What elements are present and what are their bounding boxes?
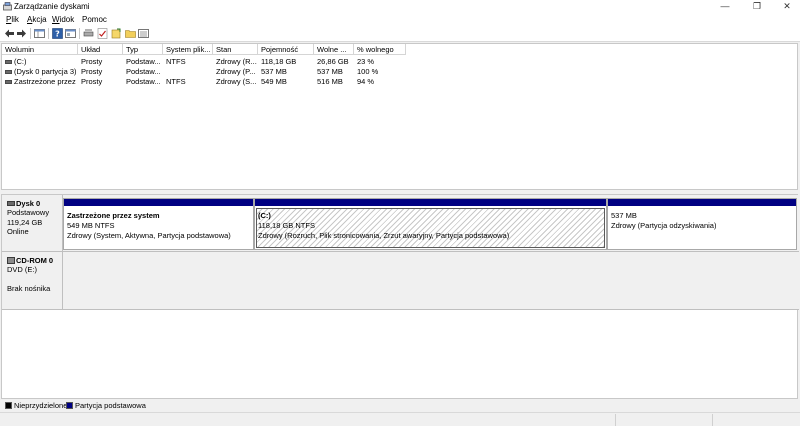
type-cell: Podstaw... bbox=[126, 67, 161, 76]
volume-name-cell: (Dysk 0 partycja 3) bbox=[2, 67, 78, 77]
menu-file[interactable]: Plik bbox=[6, 14, 19, 25]
partition-status: Zdrowy (Partycja odzyskiwania) bbox=[611, 221, 717, 230]
legend: Nieprzydzielone Partycja podstawowa bbox=[0, 399, 800, 412]
legend-primary-partition-label: Partycja podstawowa bbox=[75, 401, 146, 410]
layout-cell: Prosty bbox=[81, 67, 103, 76]
status-cell: Zdrowy (P... bbox=[216, 67, 256, 76]
primary-partition-swatch bbox=[66, 402, 73, 409]
volume-icon bbox=[5, 59, 12, 64]
partition-size: 118,18 GB NTFS bbox=[258, 221, 315, 230]
volume-name-cell: (C:) bbox=[2, 57, 78, 67]
window-title: Zarządzanie dyskami bbox=[14, 2, 90, 11]
filesystem-cell bbox=[163, 67, 213, 77]
free-space-cell: 516 MB bbox=[317, 77, 343, 86]
volume-icon bbox=[5, 69, 12, 74]
type-cell: Podstaw... bbox=[126, 57, 161, 66]
menu-bar: Plik Akcja Widok Pomoc bbox=[0, 13, 800, 26]
details-view-icon[interactable] bbox=[138, 28, 149, 39]
percent-free-cell: 23 % bbox=[357, 57, 375, 66]
layout-cell: Prosty bbox=[81, 77, 103, 86]
toolbar: ? bbox=[0, 26, 800, 42]
disk-size: 119,24 GB bbox=[7, 217, 43, 227]
partition-status: Zdrowy (Rozruch, Plik stronicowania, Zrz… bbox=[258, 231, 510, 240]
capacity-cell: 549 MB bbox=[261, 77, 287, 86]
hard-disk-icon bbox=[7, 200, 15, 206]
column-header-layout[interactable]: Układ bbox=[78, 44, 123, 55]
unallocated-swatch bbox=[5, 402, 12, 409]
cd-drive-icon bbox=[7, 256, 15, 264]
properties-icon[interactable] bbox=[65, 28, 76, 39]
volume-list: Wolumin Układ Typ System plik... Stan Po… bbox=[1, 43, 798, 190]
column-header-status[interactable]: Stan bbox=[213, 44, 258, 55]
type-cell: Podstaw... bbox=[126, 77, 161, 86]
percent-free-cell: 100 % bbox=[357, 67, 379, 76]
title-bar: Zarządzanie dyskami — ❐ ✕ bbox=[0, 0, 800, 13]
column-header-percent-free[interactable]: % wolnego bbox=[354, 44, 406, 55]
cdrom-0-label[interactable]: CD-ROM 0 DVD (E:) Brak nośnika bbox=[2, 252, 63, 310]
partition-recovery[interactable]: 537 MB Zdrowy (Partycja odzyskiwania) bbox=[607, 198, 797, 250]
disk-management-icon bbox=[3, 2, 12, 11]
volume-name-cell: Zastrzeżone przez ... bbox=[2, 77, 78, 87]
disk-name: Dysk 0 bbox=[16, 199, 41, 208]
free-space-cell: 26,86 GB bbox=[317, 57, 349, 66]
menu-help[interactable]: Pomoc bbox=[82, 14, 107, 25]
disk-graphical-view: Dysk 0 Podstawowy 119,24 GB Online Zastr… bbox=[1, 194, 799, 399]
menu-view[interactable]: Widok bbox=[52, 14, 74, 25]
capacity-cell: 537 MB bbox=[261, 67, 287, 76]
back-arrow-icon[interactable] bbox=[4, 28, 15, 39]
minimize-button[interactable]: — bbox=[710, 0, 740, 13]
close-button[interactable]: ✕ bbox=[772, 0, 800, 13]
capacity-cell: 118,18 GB bbox=[261, 57, 297, 66]
partition-header-bar bbox=[64, 199, 253, 206]
forward-arrow-icon[interactable] bbox=[16, 28, 27, 39]
maximize-button[interactable]: ❐ bbox=[742, 0, 772, 13]
partition-name: Zastrzeżone przez system bbox=[67, 211, 160, 220]
partition-status: Zdrowy (System, Aktywna, Partycja podsta… bbox=[67, 231, 231, 240]
folder-icon[interactable] bbox=[125, 28, 136, 39]
disk-status: Brak nośnika bbox=[7, 283, 51, 293]
show-hide-console-tree-icon[interactable] bbox=[34, 28, 45, 39]
free-space-cell: 537 MB bbox=[317, 67, 343, 76]
status-cell: Zdrowy (R... bbox=[216, 57, 257, 66]
column-header-free-space[interactable]: Wolne ... bbox=[314, 44, 354, 55]
checkmark-icon[interactable] bbox=[97, 28, 108, 39]
status-cell: Zdrowy (S... bbox=[216, 77, 257, 86]
disk-status: Online bbox=[7, 226, 29, 236]
svg-text:?: ? bbox=[55, 30, 60, 39]
column-header-capacity[interactable]: Pojemność bbox=[258, 44, 314, 55]
column-header-volume[interactable]: Wolumin bbox=[2, 44, 78, 55]
partition-header-bar bbox=[255, 199, 606, 206]
partition-c-drive[interactable]: (C:) 118,18 GB NTFS Zdrowy (Rozruch, Pli… bbox=[254, 198, 607, 250]
filesystem-cell: NTFS bbox=[166, 57, 186, 66]
disk-0-label[interactable]: Dysk 0 Podstawowy 119,24 GB Online bbox=[2, 195, 63, 252]
disk-type: Podstawowy bbox=[7, 208, 50, 218]
partition-name: (C:) bbox=[258, 211, 271, 220]
menu-action[interactable]: Akcja bbox=[27, 14, 47, 25]
percent-free-cell: 94 % bbox=[357, 77, 375, 86]
legend-unallocated-label: Nieprzydzielone bbox=[14, 401, 68, 410]
connect-drive-icon[interactable] bbox=[83, 28, 94, 39]
filesystem-cell: NTFS bbox=[166, 77, 186, 86]
layout-cell: Prosty bbox=[81, 57, 103, 66]
rescan-disks-icon[interactable] bbox=[111, 28, 122, 39]
partition-size: 549 MB NTFS bbox=[67, 221, 115, 230]
volume-icon bbox=[5, 79, 12, 84]
status-bar bbox=[0, 412, 800, 426]
partition-header-bar bbox=[608, 199, 796, 206]
disk-type: DVD (E:) bbox=[7, 265, 37, 275]
disk-name: CD-ROM 0 bbox=[16, 256, 54, 265]
column-header-filesystem[interactable]: System plik... bbox=[163, 44, 213, 55]
cdrom-0-empty-area[interactable] bbox=[63, 252, 799, 310]
help-icon[interactable]: ? bbox=[52, 28, 63, 39]
partition-size: 537 MB bbox=[611, 211, 637, 220]
partition-system-reserved[interactable]: Zastrzeżone przez system 549 MB NTFS Zdr… bbox=[63, 198, 254, 250]
column-header-type[interactable]: Typ bbox=[123, 44, 163, 55]
